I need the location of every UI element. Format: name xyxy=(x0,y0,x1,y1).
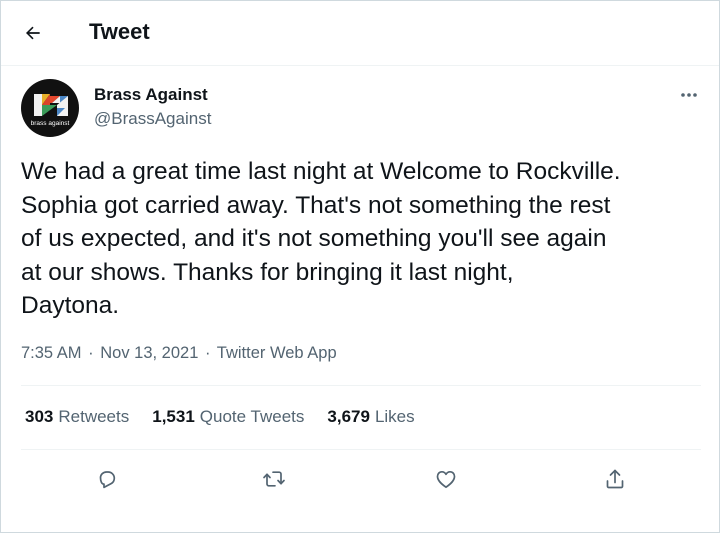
avatar[interactable]: brass against xyxy=(21,79,79,137)
more-horizontal-icon xyxy=(681,93,697,97)
divider xyxy=(21,449,701,450)
more-button[interactable] xyxy=(673,85,705,105)
arrow-left-icon xyxy=(26,26,40,40)
tweet-date[interactable]: Nov 13, 2021 xyxy=(100,344,198,362)
meta-separator: · xyxy=(88,344,94,362)
retweet-icon xyxy=(263,471,285,487)
avatar-label: brass against xyxy=(31,120,70,127)
retweets-stat[interactable]: 303 Retweets xyxy=(25,407,129,427)
meta-separator: · xyxy=(204,344,211,362)
share-icon xyxy=(606,469,624,489)
tweet-text: We had a great time last night at Welcom… xyxy=(21,158,621,319)
page-header: Tweet xyxy=(1,1,719,66)
likes-label: Likes xyxy=(374,407,415,426)
author-handle[interactable]: @BrassAgainst xyxy=(94,109,211,129)
heart-icon xyxy=(436,470,456,489)
like-button[interactable] xyxy=(430,463,462,495)
back-button[interactable] xyxy=(15,15,51,51)
share-button[interactable] xyxy=(599,463,631,495)
retweets-label: Retweets xyxy=(58,407,130,426)
likes-count: 3,679 xyxy=(327,407,370,426)
author-name[interactable]: Brass Against xyxy=(94,85,208,105)
quote-tweets-count: 1,531 xyxy=(152,407,195,426)
tweet-source: Twitter Web App xyxy=(216,344,337,362)
reply-icon xyxy=(99,471,116,489)
reply-button[interactable] xyxy=(91,463,123,495)
tweet-time[interactable]: 7:35 AM xyxy=(21,344,82,362)
quote-tweets-label: Quote Tweets xyxy=(199,407,305,426)
divider xyxy=(21,385,701,386)
retweets-count: 303 xyxy=(25,407,54,426)
retweet-button[interactable] xyxy=(258,463,290,495)
page-title: Tweet xyxy=(89,19,150,44)
tweet-meta: 7:35 AM · Nov 13, 2021 · Twitter Web App xyxy=(21,344,337,363)
tweet-page: Tweet brass against Brass Against @Brass… xyxy=(0,0,720,533)
likes-stat[interactable]: 3,679 Likes xyxy=(327,407,414,427)
quote-tweets-stat[interactable]: 1,531 Quote Tweets xyxy=(152,407,304,427)
engagement-stats: 303 Retweets 1,531 Quote Tweets 3,679 Li… xyxy=(25,407,415,427)
